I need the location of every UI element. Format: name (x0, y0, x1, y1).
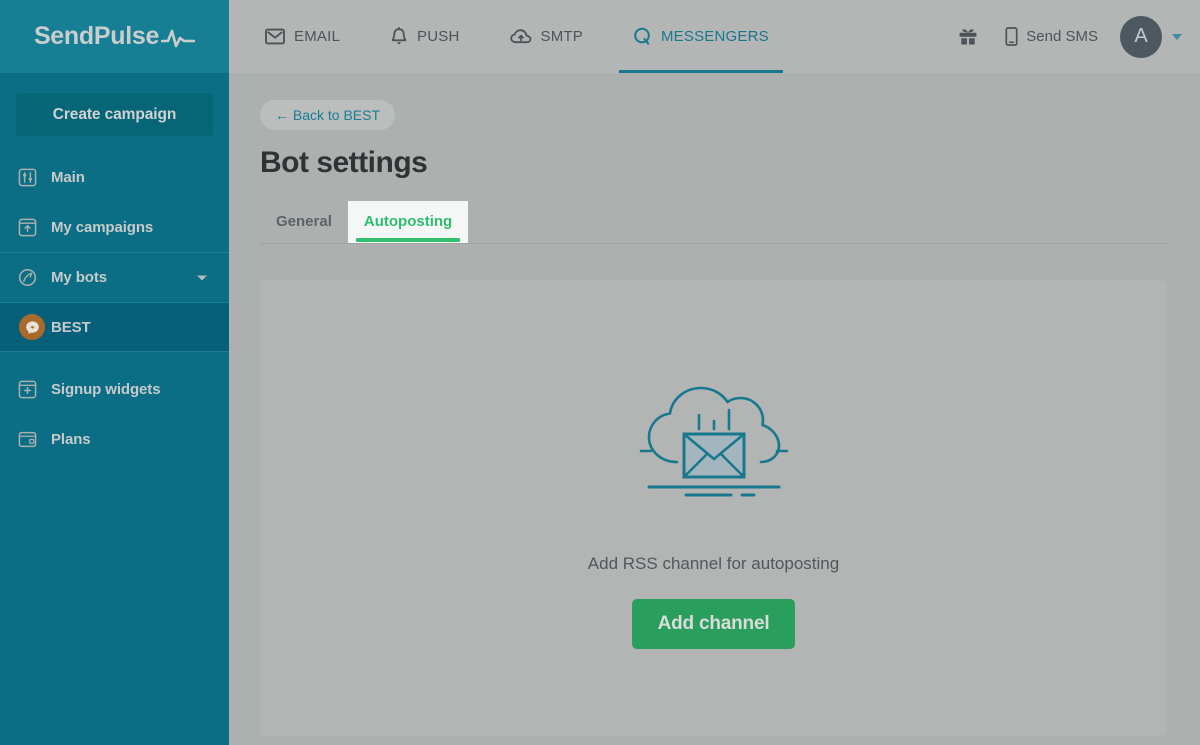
sidebar-item-label: Plans (51, 430, 91, 448)
sidebar-item-my-bots[interactable]: My bots (0, 252, 229, 302)
plans-card-icon (18, 430, 48, 449)
send-sms-button[interactable]: Send SMS (1005, 27, 1098, 46)
header-nav-label: SMTP (540, 28, 583, 45)
chevron-down-icon[interactable] (1172, 33, 1182, 40)
sidebar: SendPulse Create campaign Main My campai… (0, 0, 229, 745)
sidebar-item-plans[interactable]: Plans (0, 414, 229, 464)
speech-bubble-q-icon (633, 27, 652, 46)
create-campaign-container: Create campaign (0, 73, 229, 144)
messenger-badge-icon (18, 314, 48, 340)
sidebar-item-label: My campaigns (51, 218, 154, 236)
sidebar-item-signup-widgets[interactable]: Signup widgets (0, 364, 229, 414)
sidebar-nav: Main My campaigns My bots BEST Signup wi… (0, 152, 229, 464)
sidebar-item-label: BEST (51, 318, 91, 336)
user-menu[interactable]: A (1120, 15, 1182, 58)
header-nav-label: PUSH (417, 28, 460, 45)
header-nav-email[interactable]: EMAIL (251, 0, 354, 73)
chevron-down-icon[interactable] (197, 275, 207, 280)
mobile-phone-icon (1005, 27, 1018, 46)
header-nav: EMAIL PUSH SMTP MESSENGERS (251, 0, 805, 73)
sidebar-item-label: Main (51, 168, 85, 186)
campaign-box-icon (18, 218, 48, 237)
widget-plus-icon (18, 380, 48, 399)
sidebar-item-my-campaigns[interactable]: My campaigns (0, 202, 229, 252)
cloud-envelope-rss-icon (619, 367, 809, 502)
header-nav-label: EMAIL (294, 28, 341, 45)
app-root: SendPulse Create campaign Main My campai… (0, 0, 1200, 745)
brand-logo[interactable]: SendPulse (0, 0, 229, 73)
sidebar-item-main[interactable]: Main (0, 152, 229, 202)
send-sms-label: Send SMS (1026, 28, 1098, 45)
avatar: A (1120, 15, 1162, 58)
tab-autoposting[interactable]: Autoposting (347, 201, 469, 243)
page-title: Bot settings (260, 146, 428, 179)
sliders-icon (18, 168, 48, 187)
envelope-icon (265, 28, 285, 45)
main-area: EMAIL PUSH SMTP MESSENGERS Send SMS A ← … (229, 0, 1200, 745)
sidebar-item-best[interactable]: BEST (0, 302, 229, 352)
empty-state-message: Add RSS channel for autoposting (587, 554, 840, 573)
header-nav-push[interactable]: PUSH (376, 0, 473, 73)
add-channel-button[interactable]: Add channel (631, 599, 796, 649)
brand-name: SendPulse (33, 22, 160, 50)
top-header: EMAIL PUSH SMTP MESSENGERS Send SMS A (229, 0, 1200, 73)
sidebar-item-label: Signup widgets (51, 380, 161, 398)
create-campaign-button[interactable]: Create campaign (16, 93, 213, 136)
bot-circle-icon (18, 268, 48, 287)
settings-tabs: General Autoposting (260, 201, 1167, 244)
header-nav-label: MESSENGERS (660, 28, 769, 45)
pulse-wave-icon (161, 25, 196, 49)
back-to-best-link[interactable]: ← Back to BEST (260, 100, 396, 130)
content-area: ← Back to BEST Bot settings General Auto… (229, 73, 1200, 736)
bell-icon (390, 27, 408, 46)
header-right-actions: Send SMS A (957, 0, 1182, 73)
autoposting-empty-card: Add RSS channel for autoposting Add chan… (260, 280, 1167, 736)
tab-general[interactable]: General (260, 201, 348, 243)
cloud-up-icon (509, 28, 532, 45)
header-nav-messengers[interactable]: MESSENGERS (618, 0, 783, 73)
gift-icon[interactable] (957, 26, 979, 48)
header-nav-smtp[interactable]: SMTP (496, 0, 597, 73)
sidebar-item-label: My bots (51, 269, 107, 286)
